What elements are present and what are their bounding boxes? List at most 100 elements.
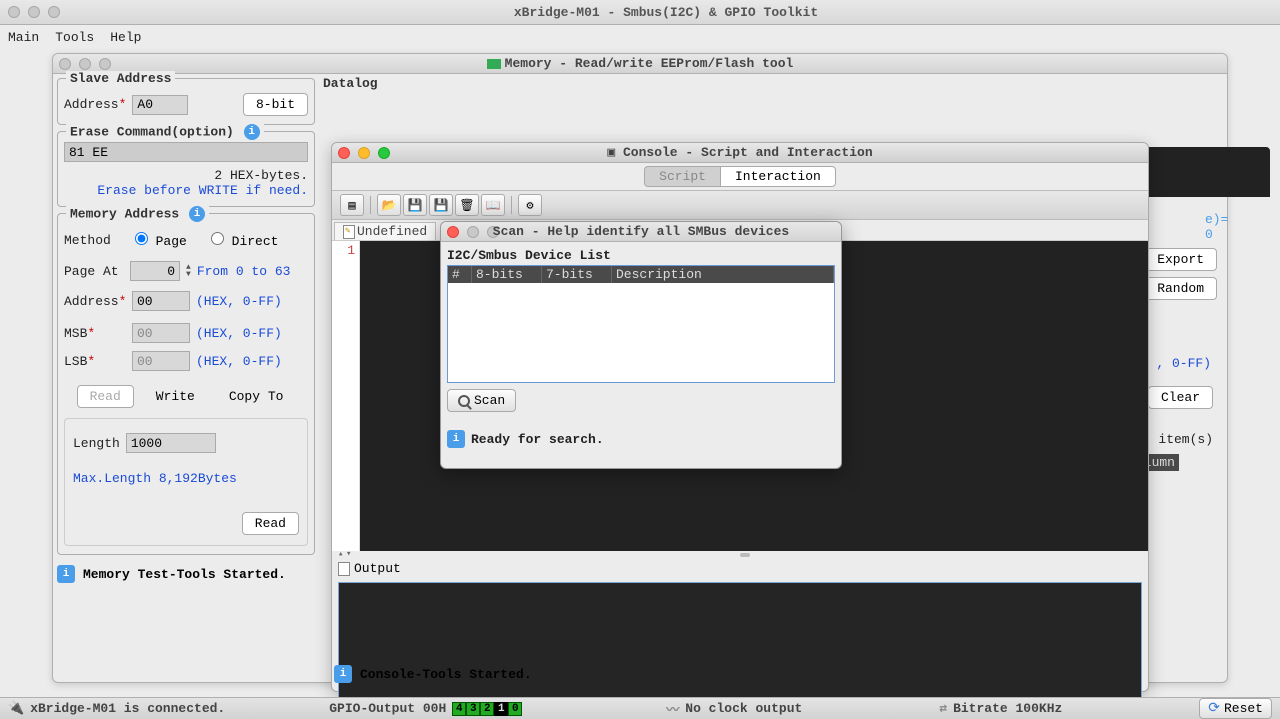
info-icon[interactable]: i (244, 124, 260, 140)
scan-titlebar[interactable]: Scan - Help identify all SMBus devices (441, 222, 841, 242)
refresh-icon: ⟳ (1208, 700, 1220, 717)
tb-config-icon[interactable]: ⚙ (518, 194, 542, 216)
scan-status-row: i Ready for search. (447, 430, 835, 448)
hex-hint: (HEX, 0-FF) (196, 354, 282, 369)
minimize-icon[interactable] (28, 6, 40, 18)
app-titlebar: xBridge-M01 - Smbus(I2C) & GPIO Toolkit (0, 0, 1280, 25)
zoom-icon[interactable] (48, 6, 60, 18)
tb-book-icon[interactable]: 📖 (481, 194, 505, 216)
tab-script[interactable]: Script (644, 166, 720, 187)
bit-0: 0 (508, 702, 522, 716)
hex-hint: (HEX, 0-FF) (196, 294, 282, 309)
scan-dialog: Scan - Help identify all SMBus devices I… (440, 221, 842, 469)
memory-titlebar[interactable]: Memory - Read/write EEProm/Flash tool (53, 54, 1227, 74)
plug-icon: 🔌 (8, 701, 24, 716)
tb-save-icon[interactable]: 💾 (403, 194, 427, 216)
group-title: Memory Address i (66, 206, 209, 222)
close-icon[interactable] (338, 147, 350, 159)
zoom-icon (487, 226, 499, 238)
tb-saveas-icon[interactable]: 💾 (429, 194, 453, 216)
col-7bits[interactable]: 7-bits (542, 266, 612, 283)
tb-delete-icon[interactable]: 🗑 (455, 194, 479, 216)
slave-address-input[interactable] (132, 95, 188, 115)
close-icon[interactable] (8, 6, 20, 18)
menu-help[interactable]: Help (110, 30, 141, 45)
group-title: Slave Address (66, 71, 175, 86)
workspace: Memory - Read/write EEProm/Flash tool Sl… (0, 49, 1280, 697)
page-at-label: Page At (64, 264, 124, 279)
group-memory-address: Memory Address i Method Page Direct Page… (57, 213, 315, 555)
console-status-text: Console-Tools Started. (360, 667, 532, 682)
random-button[interactable]: Random (1144, 277, 1217, 300)
app-title: xBridge-M01 - Smbus(I2C) & GPIO Toolkit (60, 5, 1272, 20)
export-button[interactable]: Export (1144, 248, 1217, 271)
tb-open-icon[interactable]: 📂 (377, 194, 401, 216)
menu-main[interactable]: Main (8, 30, 39, 45)
zoom-icon[interactable] (99, 58, 111, 70)
direct-label: Direct (232, 234, 279, 249)
tb-new-icon[interactable]: ▤ (340, 194, 364, 216)
sb-bitrate: ⇄ Bitrate 100KHz (939, 701, 1062, 716)
copy-to-button[interactable]: Copy To (217, 386, 296, 407)
bits-button[interactable]: 8-bit (243, 93, 308, 116)
script-tab-undefined[interactable]: Undefined (334, 222, 436, 240)
document-icon (338, 562, 350, 576)
addr-input[interactable] (132, 291, 190, 311)
method-page-radio[interactable] (135, 232, 148, 245)
swap-icon: ⇄ (939, 701, 947, 716)
hex-hint: (HEX, 0-FF) (196, 326, 282, 341)
reset-button[interactable]: ⟳ Reset (1199, 698, 1272, 719)
console-titlebar[interactable]: ▣ Console - Script and Interaction (332, 143, 1148, 163)
hex-hint-partial: , 0-FF) (1156, 356, 1211, 371)
menu-bar: Main Tools Help (0, 25, 1280, 49)
stepper-icon[interactable]: ▲▼ (186, 264, 191, 278)
scan-subtitle: I2C/Smbus Device List (447, 248, 835, 263)
tab-interaction[interactable]: Interaction (720, 166, 836, 187)
splitter[interactable] (332, 551, 1148, 559)
page-range-hint: From 0 to 63 (197, 264, 291, 279)
document-icon (343, 225, 355, 239)
info-icon[interactable]: i (189, 206, 205, 222)
max-length-hint: Max.Length 8,192Bytes (73, 471, 299, 486)
length-input[interactable] (126, 433, 216, 453)
method-direct-radio[interactable] (211, 232, 224, 245)
read-length-button[interactable]: Read (242, 512, 299, 535)
minimize-icon[interactable] (358, 147, 370, 159)
msb-label: MSB* (64, 326, 126, 341)
scan-status-text: Ready for search. (471, 432, 604, 447)
console-title: ▣ Console - Script and Interaction (332, 145, 1148, 160)
close-icon[interactable] (59, 58, 71, 70)
scan-button[interactable]: Scan (447, 389, 516, 412)
page-at-input[interactable] (130, 261, 180, 281)
datalog-section: Datalog (323, 76, 1221, 93)
col-description[interactable]: Description (612, 266, 834, 283)
col-8bits[interactable]: 8-bits (472, 266, 542, 283)
write-button[interactable]: Write (144, 386, 207, 407)
statusbar: 🔌 xBridge-M01 is connected. GPIO-Output … (0, 697, 1280, 719)
length-label: Length (73, 436, 120, 451)
info-icon: i (334, 665, 352, 683)
erase-warning: Erase before WRITE if need. (64, 183, 308, 198)
clear-button[interactable]: Clear (1148, 386, 1213, 409)
info-icon: i (447, 430, 465, 448)
read-button[interactable]: Read (77, 385, 134, 408)
traffic-lights (8, 6, 60, 18)
erase-value-input[interactable] (64, 142, 308, 162)
memory-left-panel: Slave Address Address* 8-bit Erase Comma… (57, 78, 315, 587)
zoom-icon[interactable] (378, 147, 390, 159)
gpio-bitmap: 4 3 2 1 0 (452, 702, 522, 716)
minimize-icon[interactable] (79, 58, 91, 70)
partial-text: e)= 0 (1205, 212, 1228, 242)
console-status-row: i Console-Tools Started. (334, 661, 532, 687)
items-label: item(s) (1158, 432, 1213, 447)
col-index[interactable]: # (448, 266, 472, 283)
menu-tools[interactable]: Tools (55, 30, 94, 45)
bit-3: 3 (466, 702, 480, 716)
memory-title: Memory - Read/write EEProm/Flash tool (53, 56, 1227, 71)
scan-title: Scan - Help identify all SMBus devices (441, 224, 841, 239)
hex-bytes-label: 2 HEX-bytes. (64, 168, 308, 183)
scan-table-header: # 8-bits 7-bits Description (448, 266, 834, 283)
method-label: Method (64, 233, 111, 248)
search-icon (458, 395, 470, 407)
close-icon[interactable] (447, 226, 459, 238)
